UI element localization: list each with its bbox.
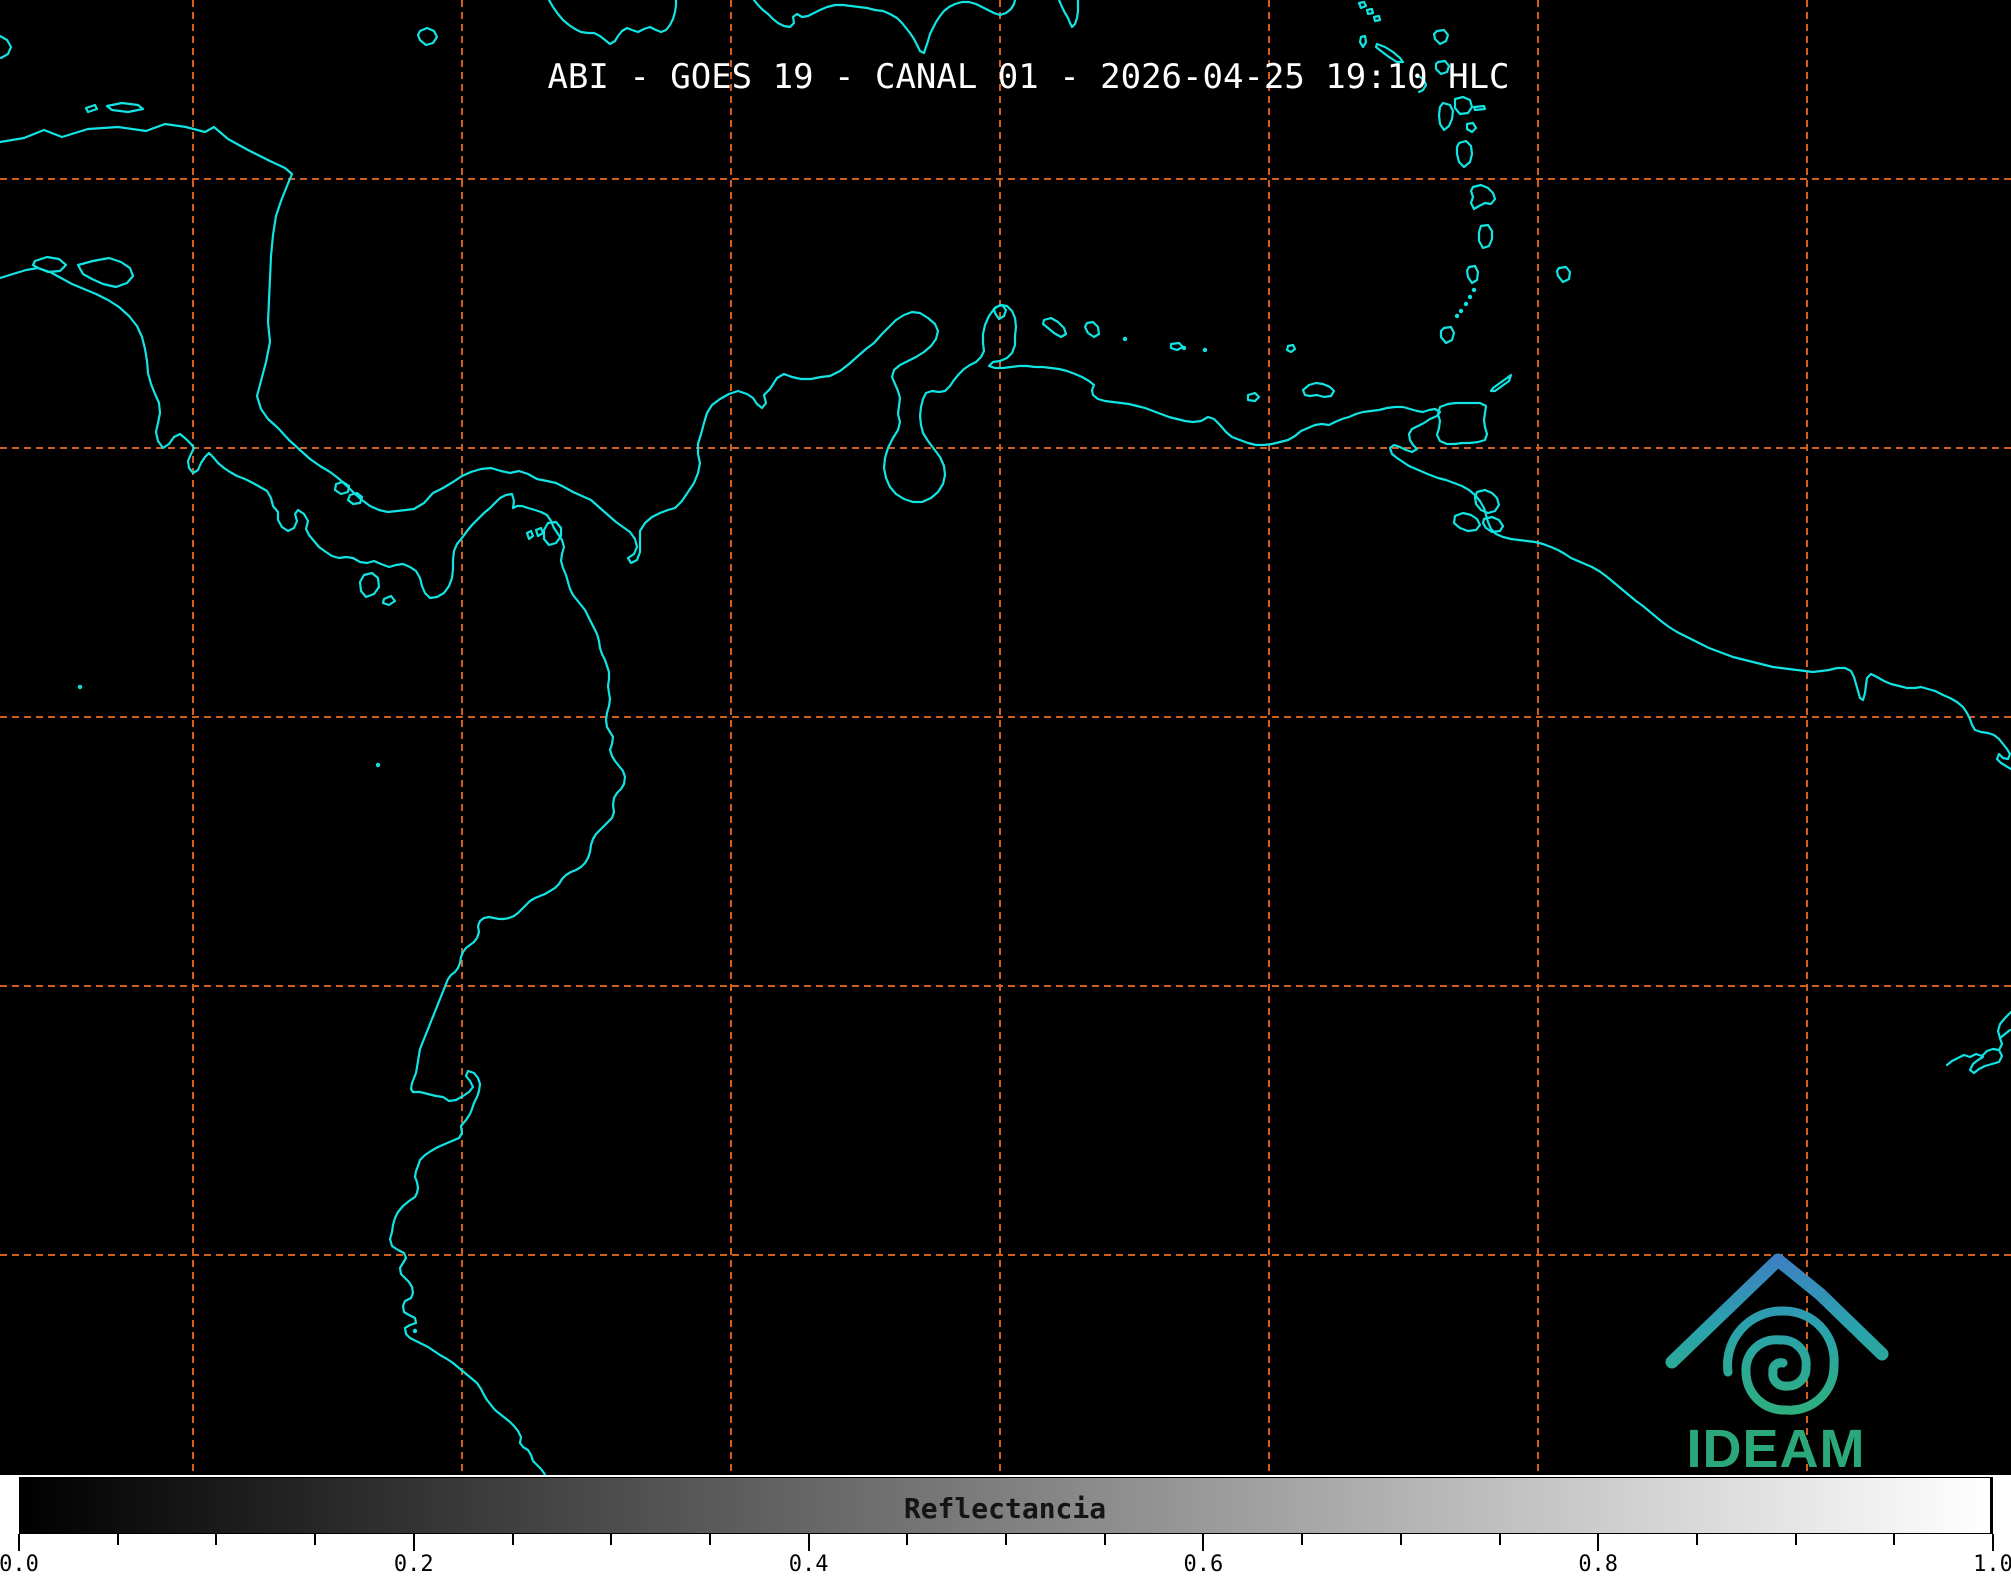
colorbar-tick xyxy=(1992,1534,1994,1551)
colorbar-tick xyxy=(1104,1534,1106,1545)
colorbar-tick xyxy=(1499,1534,1501,1545)
barbados xyxy=(1557,267,1570,282)
los-roques xyxy=(1171,343,1183,350)
satellite-map: ABI - GOES 19 - CANAL 01 - 2026-04-25 19… xyxy=(0,0,2011,1475)
tobago xyxy=(1491,375,1511,391)
margarita xyxy=(1303,383,1334,397)
coiba xyxy=(360,573,379,597)
island-dot xyxy=(1459,309,1463,313)
colorbar-tick xyxy=(906,1534,908,1545)
bocas-lagoon-1 xyxy=(335,482,349,494)
lake-managua xyxy=(33,257,66,272)
colorbar-label: Reflectancia xyxy=(20,1492,1990,1525)
colorbar-tick xyxy=(1893,1534,1895,1545)
island-dot xyxy=(1455,314,1459,318)
amazon-river-spur xyxy=(2000,1030,2010,1038)
curacao xyxy=(1043,318,1066,337)
antilles-speck-3 xyxy=(1374,16,1380,21)
colorbar-tick xyxy=(1400,1534,1402,1545)
island-dot xyxy=(1203,348,1207,352)
colorbar-tick-label: 0.0 xyxy=(0,1554,39,1576)
cebaco xyxy=(383,596,395,605)
colorbar-tick xyxy=(1202,1534,1204,1551)
reflectance-colorbar: Reflectancia xyxy=(19,1477,1993,1534)
colorbar-tick-label: 0.6 xyxy=(1184,1554,1224,1576)
desirade xyxy=(1474,106,1485,110)
guadeloupe-east xyxy=(1455,97,1472,114)
island-dot xyxy=(1472,288,1476,292)
marie-galante xyxy=(1467,123,1476,132)
antilles-sliver xyxy=(1360,36,1366,47)
antilles-speck-2 xyxy=(1367,9,1373,14)
orinoco-delta-2 xyxy=(1454,513,1480,531)
hispaniola-east-cape xyxy=(1059,0,1078,27)
bonaire xyxy=(1085,322,1099,337)
colorbar-tick xyxy=(709,1534,711,1545)
colorbar-tick-label: 1.0 xyxy=(1973,1554,2011,1576)
left-edge-arc xyxy=(0,36,11,58)
st-lucia xyxy=(1479,225,1492,248)
colorbar-tick-label: 0.8 xyxy=(1578,1554,1618,1576)
colorbar-tick xyxy=(117,1534,119,1545)
colorbar-tick xyxy=(1005,1534,1007,1545)
goes-satellite-image: ABI - GOES 19 - CANAL 01 - 2026-04-25 19… xyxy=(0,0,2011,1577)
pacific-mainland-coast xyxy=(0,268,625,1475)
bay-island-2 xyxy=(107,103,143,112)
colorbar-tick xyxy=(1597,1534,1599,1551)
colorbar-tick xyxy=(610,1534,612,1545)
pearl-island-3 xyxy=(527,531,533,539)
map-title: ABI - GOES 19 - CANAL 01 - 2026-04-25 19… xyxy=(0,57,2011,97)
la-orchila xyxy=(1248,393,1259,401)
colorbar-tick xyxy=(1795,1534,1797,1545)
colorbar-area: Reflectancia 0.0 0.2 0.4 0.6 0.8 1.0 xyxy=(0,1475,2011,1577)
ideam-logo-text: IDEAM xyxy=(1662,1418,1890,1480)
ideam-logo-mark xyxy=(1662,1252,1890,1424)
colorbar-tick xyxy=(314,1534,316,1545)
caribbean-mainland-coast xyxy=(0,124,2011,769)
dominica xyxy=(1457,141,1472,167)
island-dot xyxy=(376,763,380,767)
colorbar-tick xyxy=(512,1534,514,1545)
island-dot xyxy=(1123,337,1127,341)
orinoco-delta-1 xyxy=(1475,490,1499,513)
pearl-island-2 xyxy=(536,528,543,536)
island-dot xyxy=(1468,295,1472,299)
st-vincent xyxy=(1467,266,1478,283)
island-dot xyxy=(1182,346,1186,350)
colorbar-tick xyxy=(1696,1534,1698,1545)
antilles-speck-1 xyxy=(1359,2,1366,8)
grenada xyxy=(1441,327,1454,343)
jamaica-south-coast xyxy=(549,0,676,44)
hurricane-swirl-icon xyxy=(1728,1311,1835,1410)
island-dot xyxy=(1464,302,1468,306)
antigua xyxy=(1434,30,1448,44)
colorbar-tick xyxy=(1301,1534,1303,1545)
martinique xyxy=(1471,185,1495,209)
lake-nicaragua xyxy=(78,258,133,287)
colorbar-tick xyxy=(215,1534,217,1545)
colorbar-tick xyxy=(413,1534,415,1551)
guadeloupe-west xyxy=(1439,103,1453,130)
colorbar-tick xyxy=(18,1534,20,1551)
ideam-logo: IDEAM xyxy=(1662,1252,1890,1477)
island-dot xyxy=(78,685,82,689)
la-tortuga xyxy=(1287,345,1295,352)
island-dot xyxy=(413,1329,417,1333)
bay-island-1 xyxy=(86,105,97,112)
hispaniola-south-coast xyxy=(754,0,1015,53)
cayman xyxy=(418,28,437,45)
colorbar-tick-label: 0.4 xyxy=(789,1554,829,1576)
colorbar-tick xyxy=(808,1534,810,1551)
colorbar-tick-label: 0.2 xyxy=(394,1554,434,1576)
trinidad xyxy=(1437,403,1487,444)
